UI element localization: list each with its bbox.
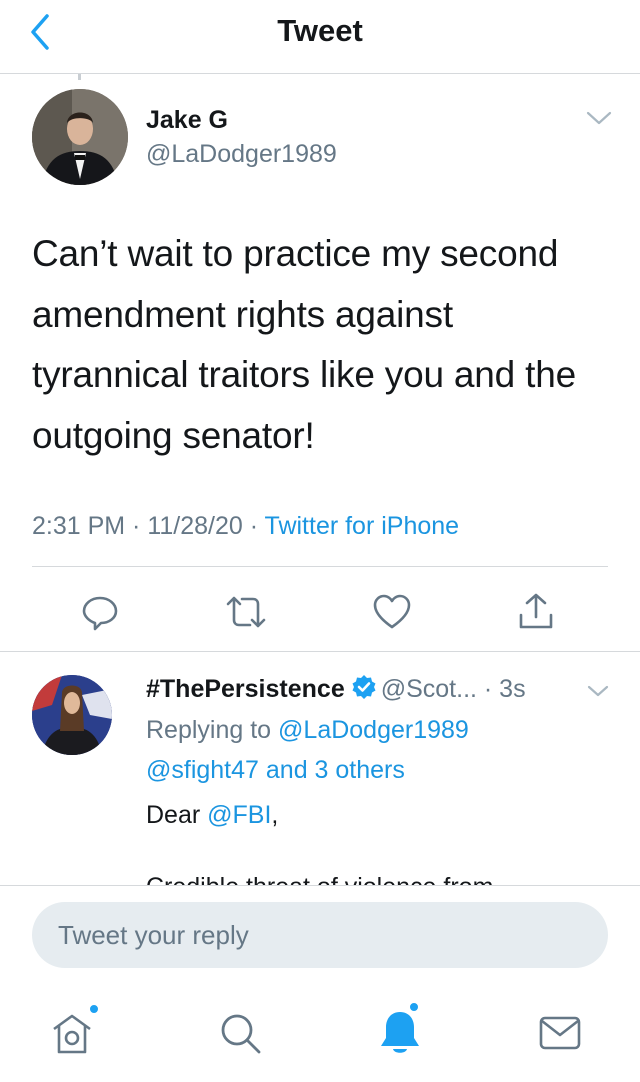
author-name[interactable]: Jake G bbox=[146, 104, 228, 136]
messages-icon bbox=[539, 1016, 581, 1050]
chevron-down-icon bbox=[586, 111, 612, 125]
home-icon bbox=[53, 1014, 91, 1054]
reply-text-prefix: Dear bbox=[146, 801, 208, 829]
tab-home[interactable] bbox=[44, 1003, 100, 1061]
search-icon bbox=[221, 1014, 261, 1054]
avatar[interactable] bbox=[32, 89, 128, 185]
reply-input[interactable] bbox=[32, 902, 608, 968]
tweet-options-button[interactable] bbox=[585, 108, 613, 128]
reply-tweet[interactable]: #ThePersistence @Scot... · 3s Replying to… bbox=[0, 652, 640, 885]
tab-messages[interactable] bbox=[532, 1005, 588, 1061]
tweet-meta: 2:31 PM · 11/28/20 · Twitter for iPhone bbox=[32, 510, 459, 542]
reply-handle-time: @Scot... · 3s bbox=[380, 675, 526, 703]
tweet-source-link[interactable]: Twitter for iPhone bbox=[265, 512, 460, 540]
notification-dot bbox=[408, 1001, 420, 1013]
replying-to: Replying to @LaDodger1989 @sfight47 and 3… bbox=[146, 710, 606, 790]
tweet-timestamp: 2:31 PM · 11/28/20 · bbox=[32, 512, 265, 540]
chevron-down-icon bbox=[587, 685, 609, 697]
reply-button[interactable] bbox=[78, 590, 122, 634]
top-nav-bar: Tweet bbox=[0, 0, 640, 74]
replying-prefix: Replying to bbox=[146, 716, 279, 744]
bottom-tab-bar bbox=[0, 985, 640, 1082]
retweet-icon bbox=[226, 596, 266, 628]
retweet-button[interactable] bbox=[224, 590, 268, 634]
reply-text: Dear @FBI, bbox=[146, 798, 278, 832]
share-icon bbox=[519, 593, 553, 629]
like-icon bbox=[373, 594, 411, 629]
tab-notifications[interactable] bbox=[372, 1001, 428, 1061]
replying-others-link[interactable]: @sfight47 and 3 others bbox=[146, 756, 405, 784]
reply-text-suffix: , bbox=[271, 801, 279, 829]
reply-options-button[interactable] bbox=[586, 682, 610, 700]
replying-to-link[interactable]: @LaDodger1989 bbox=[278, 716, 469, 744]
author-handle[interactable]: @LaDodger1989 bbox=[146, 138, 337, 170]
share-button[interactable] bbox=[514, 590, 558, 634]
reply-icon bbox=[82, 596, 118, 631]
reply-composer bbox=[0, 885, 640, 985]
avatar[interactable] bbox=[32, 675, 112, 755]
reply-text-line: Credible threat of violence from bbox=[146, 870, 493, 885]
notification-dot bbox=[88, 1003, 100, 1015]
mention-link[interactable]: @FBI bbox=[207, 801, 271, 829]
tweet-text: Can’t wait to practice my second amendme… bbox=[32, 233, 576, 456]
page-title: Tweet bbox=[277, 13, 363, 48]
main-tweet: Jake G @LaDodger1989 Can’t wait to pract… bbox=[0, 74, 640, 652]
verified-badge-icon bbox=[352, 675, 376, 699]
divider bbox=[32, 566, 608, 567]
reply-header: #ThePersistence @Scot... · 3s bbox=[146, 672, 526, 706]
reply-author-name[interactable]: #ThePersistence bbox=[146, 675, 345, 703]
tab-search[interactable] bbox=[212, 1005, 268, 1061]
like-button[interactable] bbox=[370, 590, 414, 634]
notifications-icon bbox=[381, 1012, 419, 1053]
